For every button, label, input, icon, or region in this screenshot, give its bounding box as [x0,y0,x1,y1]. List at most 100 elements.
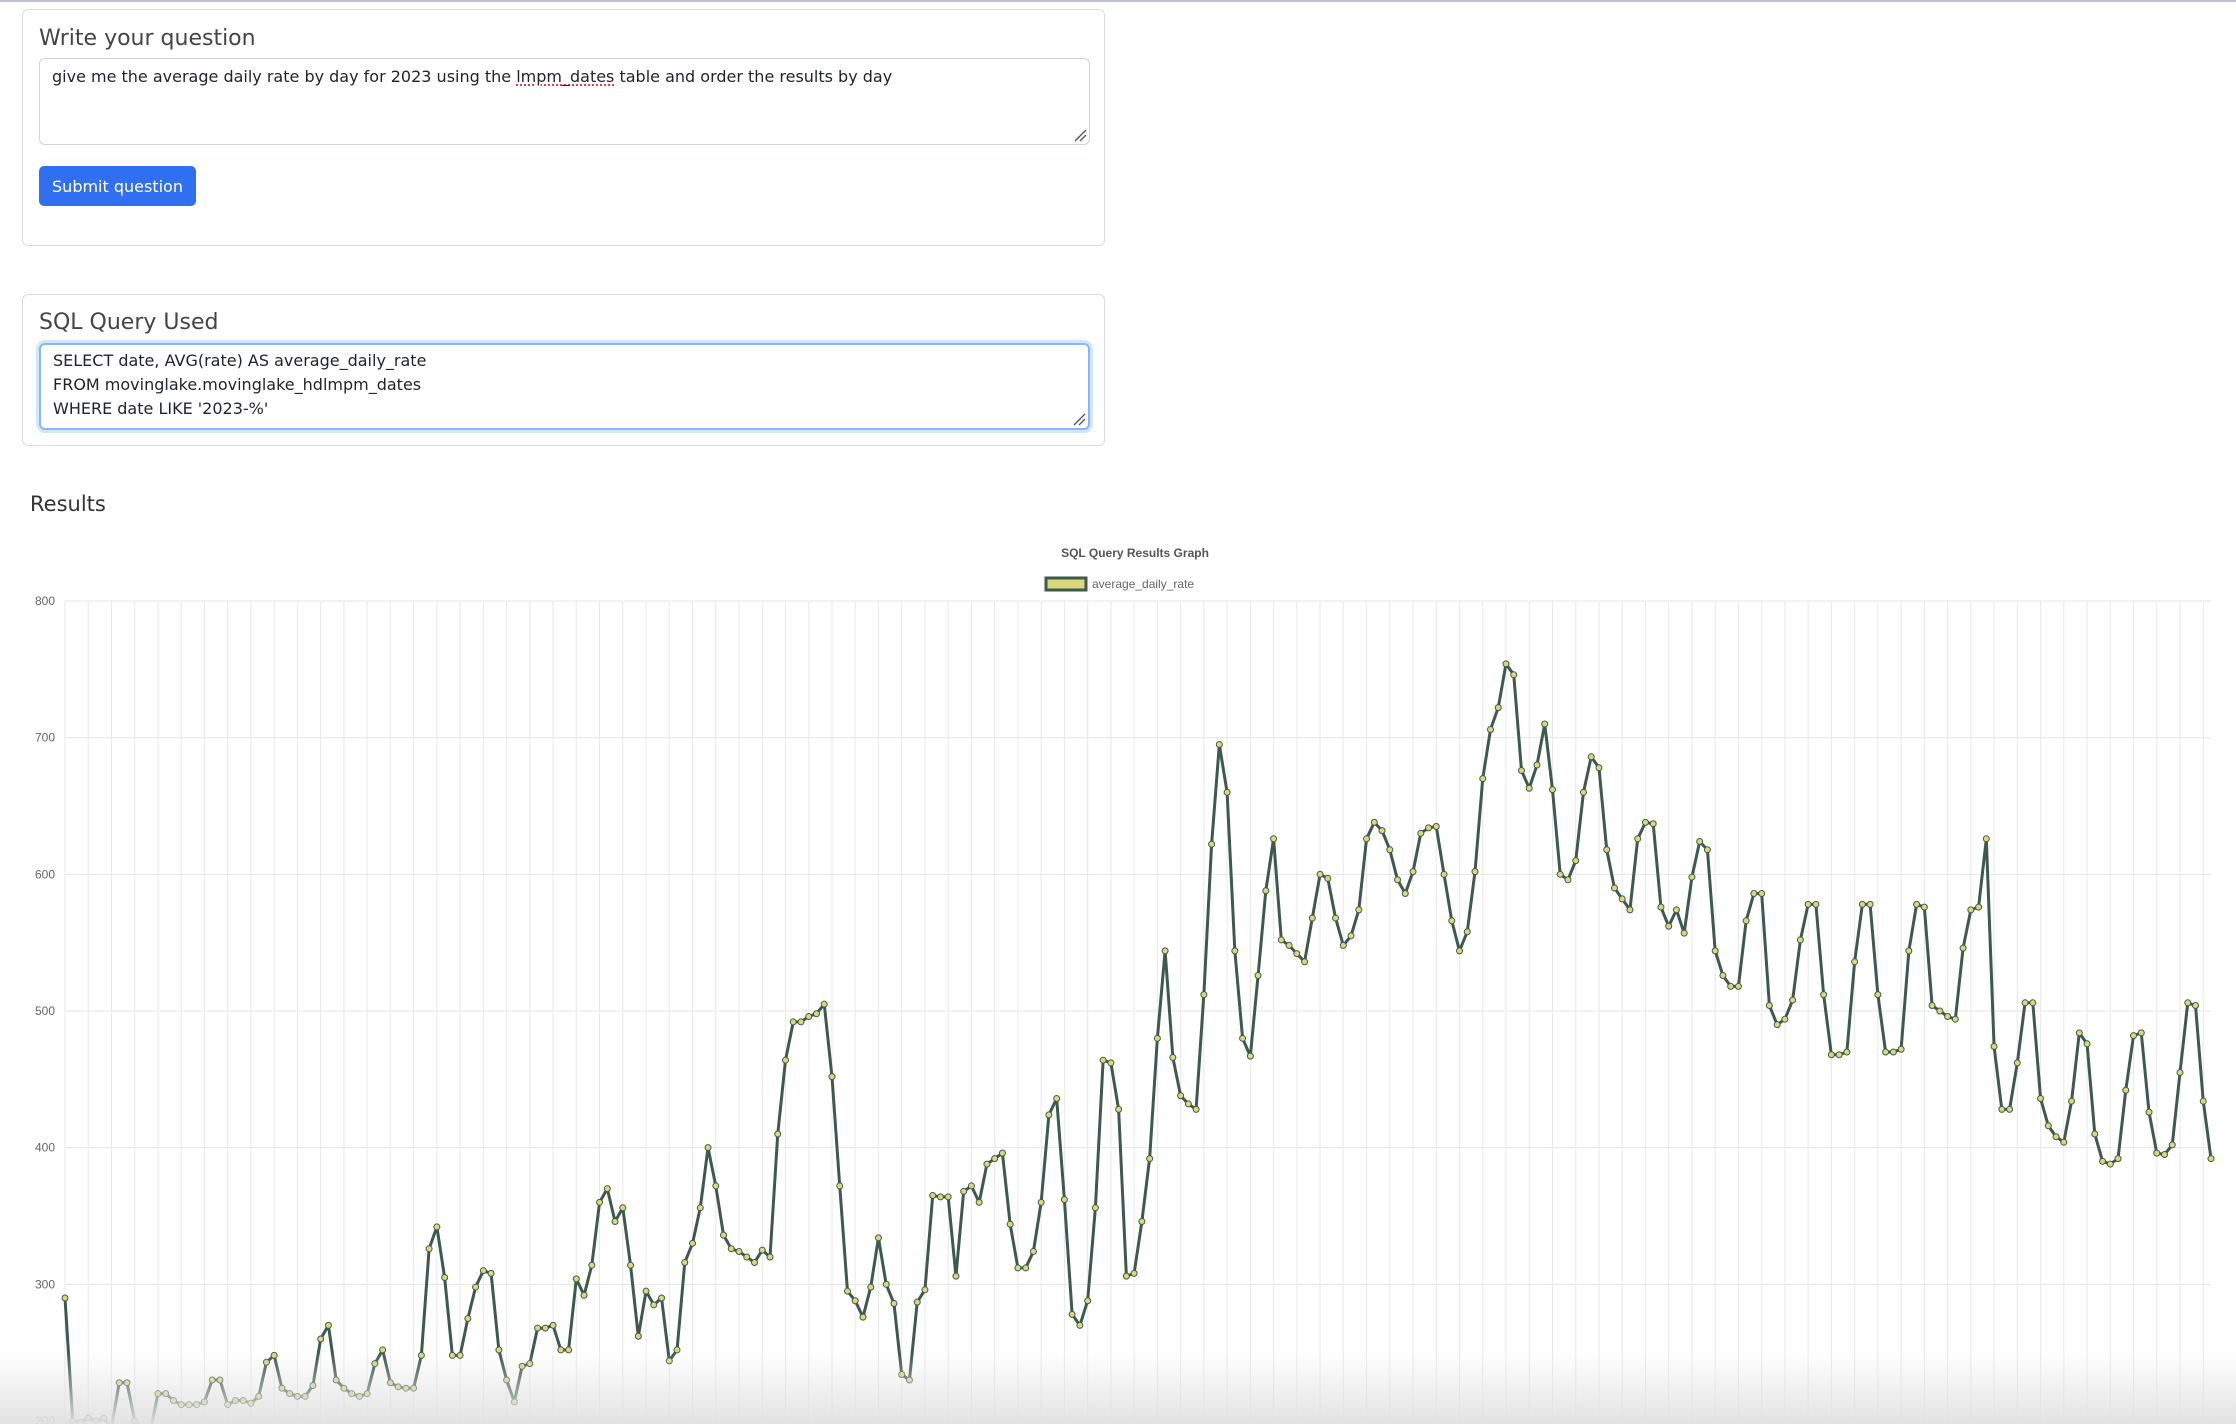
data-point [812,1010,820,1018]
data-point [417,1351,425,1359]
data-point [1936,1007,1944,1015]
data-point [355,1392,363,1400]
data-point [634,1332,642,1340]
data-point [1851,958,1859,966]
data-point [921,1286,929,1294]
data-point [1409,868,1417,876]
data-point [278,1384,286,1392]
data-point [1456,947,1464,955]
data-point [1897,1045,1905,1053]
data-point [1905,947,1913,955]
data-point [2176,1069,2184,1076]
y-tick-label: 300 [35,1277,55,1291]
data-point [115,1379,123,1387]
data-point [774,1130,782,1138]
sql-line: FROM movinglake.movinglake_hdlmpm_dates [53,375,422,394]
y-tick-label: 500 [35,1004,55,1018]
data-point [185,1401,193,1409]
sql-query-textarea[interactable]: SELECT date, AVG(rate) AS average_daily_… [39,343,1090,430]
data-point [2184,999,2192,1007]
data-point [1719,971,1727,979]
data-point [1510,671,1518,679]
data-point [1239,1034,1247,1042]
data-point [1378,827,1386,835]
data-point [2052,1133,2060,1141]
data-point [665,1357,673,1365]
data-point [1595,764,1603,772]
data-point [1370,818,1378,826]
data-point [1448,917,1456,925]
data-point [1339,941,1347,949]
data-point [1967,906,1975,914]
question-textarea[interactable]: give me the average daily rate by day fo… [39,58,1090,145]
data-point [472,1283,480,1291]
data-point [960,1187,968,1195]
data-point [874,1234,882,1242]
data-point [1998,1105,2006,1113]
data-point [534,1324,542,1332]
data-point [1672,906,1680,914]
data-point [1789,996,1797,1004]
data-point [611,1217,619,1225]
data-point [425,1245,433,1253]
data-point [100,1414,108,1422]
data-point [549,1321,557,1329]
data-point [572,1275,580,1283]
data-point [1099,1056,1107,1064]
data-point [1386,846,1394,854]
data-point [76,1418,84,1424]
question-card-title: Write your question [39,26,256,51]
data-point [2114,1155,2122,1163]
data-point [983,1160,991,1168]
data-point [2075,1029,2083,1037]
data-point [479,1267,487,1275]
data-point [224,1401,232,1409]
data-point [2060,1138,2068,1146]
data-point [712,1182,720,1190]
data-point [1471,868,1479,876]
data-point [317,1335,325,1343]
resize-handle-icon[interactable] [1072,412,1086,426]
data-point [1146,1155,1154,1163]
data-point [557,1346,565,1354]
sql-line: SELECT date, AVG(rate) AS average_daily_… [53,351,427,370]
submit-question-button[interactable]: Submit question [39,166,196,206]
data-point [1982,835,1990,843]
y-tick-label: 800 [35,594,55,608]
data-point [293,1392,301,1400]
data-point [1711,947,1719,955]
data-point [1533,761,1541,769]
data-point [1502,660,1510,668]
data-point [1014,1264,1022,1272]
data-point [967,1182,975,1190]
data-point [1231,947,1239,955]
data-point [1959,944,1967,952]
data-point [301,1392,309,1400]
data-point [255,1392,263,1400]
data-point [1603,846,1611,854]
data-point [658,1294,666,1302]
resize-handle-icon[interactable] [1073,128,1087,142]
data-point [1417,829,1425,837]
data-point [433,1223,441,1231]
data-point [952,1272,960,1280]
top-border [0,0,2236,2]
data-point [1177,1092,1185,1100]
data-point [905,1376,913,1384]
data-point [1525,784,1533,792]
data-point [1332,914,1340,922]
data-point [1122,1272,1130,1280]
data-point [1153,1034,1161,1042]
data-point [2137,1029,2145,1037]
data-point [1634,835,1642,843]
data-point [2044,1122,2052,1130]
data-point [2161,1151,2169,1158]
data-point [1262,887,1270,895]
data-point [1270,835,1278,843]
data-point [193,1401,201,1409]
data-point [704,1144,712,1152]
data-point [1920,903,1928,911]
data-point [1432,823,1440,830]
data-point [1215,741,1223,748]
data-point [495,1346,503,1354]
